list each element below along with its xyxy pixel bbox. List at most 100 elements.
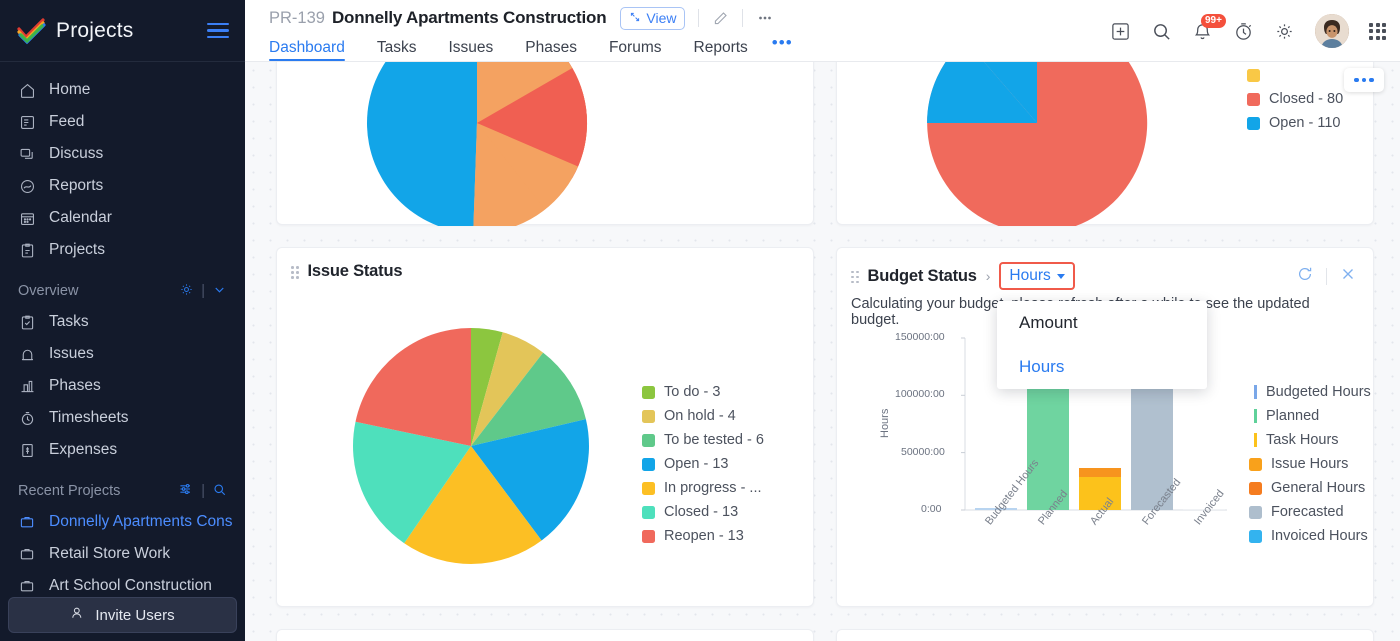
widget-issue-status: Issue Status (276, 247, 814, 607)
legend-swatch (642, 506, 655, 519)
pie-chart-top-left (277, 62, 815, 226)
section-label: Recent Projects (18, 483, 178, 499)
budget-mode-dropdown-trigger[interactable]: Hours (999, 262, 1074, 290)
plus-square-icon[interactable] (1110, 21, 1131, 42)
sidebar-item-tasks[interactable]: Tasks (0, 306, 245, 338)
sidebar-item-label: Reports (49, 177, 103, 195)
divider: | (201, 483, 205, 499)
legend-label: On hold - 4 (664, 408, 736, 424)
tab-label: Issues (448, 39, 493, 56)
legend-swatch (642, 386, 655, 399)
expand-icon (629, 10, 641, 26)
tab-label: Reports (694, 39, 748, 56)
gear-icon[interactable] (1274, 21, 1295, 42)
drag-handle-icon[interactable] (851, 271, 859, 284)
apps-grid-icon[interactable] (1369, 23, 1386, 40)
user-avatar[interactable] (1315, 14, 1349, 48)
budget-mode-dropdown: Amount Hours (997, 301, 1207, 389)
sidebar-item-home[interactable]: Home (0, 74, 245, 106)
tab-phases[interactable]: Phases (509, 40, 593, 62)
app-root: Projects Home Feed (0, 0, 1400, 641)
sidebar-item-issues[interactable]: Issues (0, 338, 245, 370)
legend-item: Forecasted (1249, 500, 1371, 524)
invite-users-button[interactable]: Invite Users (8, 597, 237, 633)
tab-tasks[interactable]: Tasks (361, 40, 433, 62)
chevron-down-icon (1057, 274, 1065, 279)
sidebar-item-feed[interactable]: Feed (0, 106, 245, 138)
legend-swatch (1249, 506, 1262, 519)
legend-item: On hold - 4 (642, 404, 764, 428)
legend-item: Closed - 80 (1247, 87, 1343, 111)
view-button[interactable]: View (620, 7, 685, 30)
legend-item: Invoiced Hours (1249, 524, 1371, 548)
search-icon[interactable] (212, 482, 227, 501)
dashboard-more-button[interactable] (1344, 68, 1384, 92)
notification-badge: 99+ (1201, 14, 1226, 28)
dropdown-option-amount[interactable]: Amount (997, 301, 1207, 345)
sidebar-item-label: Projects (49, 241, 105, 259)
legend-item: Reopen - 13 (642, 524, 764, 548)
section-label: Overview (18, 283, 179, 299)
sidebar-nav: Home Feed Discuss (0, 62, 245, 602)
bar-legend-budget-status: Budgeted Hours Planned Task Hours Issue … (1249, 380, 1371, 548)
stopwatch-icon[interactable] (1233, 21, 1254, 42)
legend-label: Closed - 13 (664, 504, 738, 520)
briefcase-icon (18, 545, 36, 563)
tab-label: Tasks (377, 39, 417, 56)
ytick-50000: 50000:00 (901, 446, 945, 458)
sidebar: Projects Home Feed (0, 0, 245, 641)
hamburger-menu-icon[interactable] (207, 19, 229, 42)
tab-issues[interactable]: Issues (432, 40, 509, 62)
expenses-icon (18, 441, 36, 459)
close-icon[interactable] (1339, 265, 1357, 288)
widget-bottom-right (836, 629, 1374, 641)
tab-reports[interactable]: Reports (678, 40, 764, 62)
legend-item: Closed - 13 (642, 500, 764, 524)
legend-label: Reopen - 13 (664, 528, 744, 544)
sidebar-item-label: Tasks (49, 313, 89, 331)
sidebar-item-phases[interactable]: Phases (0, 370, 245, 402)
gear-icon[interactable] (179, 282, 194, 301)
sidebar-item-label: Home (49, 81, 90, 99)
pie-legend-top-right: Closed - 80 Open - 110 (1247, 63, 1343, 135)
chevron-down-icon[interactable] (212, 282, 227, 301)
sidebar-section-recent-projects: Recent Projects | (0, 476, 245, 506)
divider (698, 9, 699, 27)
search-icon[interactable] (1151, 21, 1172, 42)
notification-bell-icon[interactable]: 99+ (1192, 21, 1213, 42)
sidebar-header: Projects (0, 0, 245, 62)
dropdown-option-hours[interactable]: Hours (997, 345, 1207, 389)
tabs-more-button[interactable]: ••• (764, 33, 803, 61)
invite-users-label: Invite Users (95, 607, 174, 624)
sidebar-item-timesheets[interactable]: Timesheets (0, 402, 245, 434)
ytick-0: 0:00 (921, 503, 941, 515)
sidebar-item-discuss[interactable]: Discuss (0, 138, 245, 170)
sidebar-item-expenses[interactable]: Expenses (0, 434, 245, 466)
sidebar-item-projects[interactable]: Projects (0, 234, 245, 266)
drag-handle-icon[interactable] (291, 266, 299, 279)
divider (1326, 268, 1327, 285)
sidebar-item-reports[interactable]: Reports (0, 170, 245, 202)
sidebar-item-calendar[interactable]: Calendar (0, 202, 245, 234)
legend-swatch (1247, 93, 1260, 106)
tab-label: Dashboard (269, 39, 345, 56)
tab-forums[interactable]: Forums (593, 40, 678, 62)
refresh-icon[interactable] (1296, 265, 1314, 288)
legend-label: To do - 3 (664, 384, 720, 400)
tab-label: Forums (609, 39, 662, 56)
more-horizontal-icon[interactable] (756, 9, 774, 27)
feed-icon (18, 113, 36, 131)
pencil-icon[interactable] (712, 10, 729, 27)
legend-label: Budgeted Hours (1266, 384, 1371, 400)
filter-sliders-icon[interactable] (178, 481, 194, 501)
reports-icon (18, 177, 36, 195)
pie-legend-issue-status: To do - 3 On hold - 4 To be tested - 6 O… (642, 380, 764, 548)
briefcase-icon (18, 577, 36, 595)
tab-dashboard[interactable]: Dashboard (269, 40, 361, 62)
legend-label: To be tested - 6 (664, 432, 764, 448)
legend-item: Issue Hours (1249, 452, 1371, 476)
legend-swatch (1254, 409, 1257, 423)
sidebar-recent-project-donnelly[interactable]: Donnelly Apartments Cons (0, 506, 245, 538)
sidebar-recent-project-retail[interactable]: Retail Store Work (0, 538, 245, 570)
legend-item: To be tested - 6 (642, 428, 764, 452)
